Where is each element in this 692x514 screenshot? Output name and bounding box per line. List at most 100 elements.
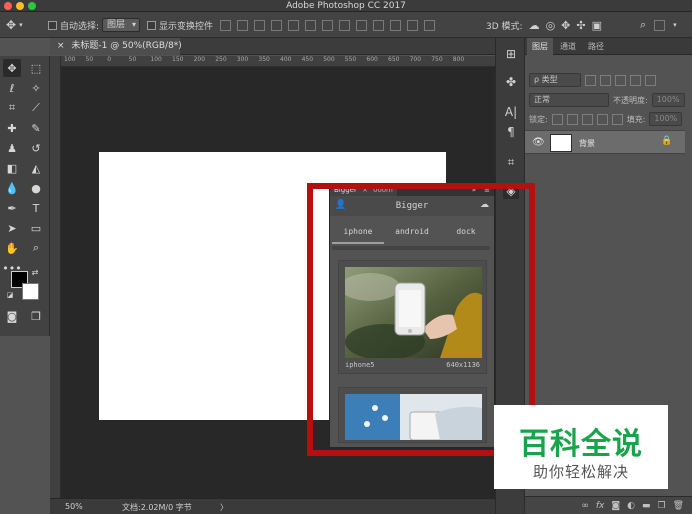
- align-hcenter-icon[interactable]: [288, 19, 299, 31]
- auto-align-icon[interactable]: [424, 19, 435, 31]
- marquee-tool-icon[interactable]: ⬚: [27, 59, 45, 77]
- tab-paths[interactable]: 路径: [583, 38, 609, 55]
- history-brush-tool-icon[interactable]: ↺: [27, 139, 45, 157]
- ruler-tick-label: 150: [172, 56, 184, 63]
- zoom-level[interactable]: 50%: [65, 502, 83, 511]
- tab-layers[interactable]: 图层: [527, 38, 553, 55]
- ruler-tick-label: 300: [236, 56, 249, 63]
- filter-pixel-icon[interactable]: [585, 74, 596, 86]
- distribute-top-icon[interactable]: [322, 19, 333, 31]
- healing-brush-tool-icon[interactable]: ✚: [3, 119, 21, 137]
- status-menu-arrow[interactable]: 〉: [220, 502, 228, 513]
- filter-smart-icon[interactable]: [645, 74, 656, 86]
- move-tool-preset[interactable]: ✥ ▾: [6, 17, 23, 33]
- layer-filter-dropdown[interactable]: ρ 类型: [529, 73, 581, 87]
- trash-icon[interactable]: 🗑: [673, 501, 684, 511]
- clone-stamp-tool-icon[interactable]: ♟: [3, 139, 21, 157]
- tab-channels[interactable]: 通道: [555, 38, 581, 55]
- history-panel-icon[interactable]: ⊞: [503, 46, 519, 62]
- mask-icon[interactable]: ◙: [611, 501, 620, 511]
- filter-adjustment-icon[interactable]: [600, 74, 611, 86]
- vertical-ruler: [50, 56, 61, 498]
- hand-tool-icon[interactable]: ✋: [3, 239, 21, 257]
- workspace-icon[interactable]: [654, 19, 666, 31]
- visibility-eye-icon[interactable]: 👁: [532, 137, 545, 148]
- distribute-hcenter-icon[interactable]: [390, 19, 401, 31]
- ruler-tick-label: 50: [85, 56, 94, 63]
- align-bottom-icon[interactable]: [254, 19, 265, 31]
- align-right-icon[interactable]: [305, 19, 316, 31]
- pen-tool-icon[interactable]: ✒: [3, 199, 21, 217]
- watermark-subtitle: 助你轻松解决: [532, 463, 629, 481]
- quick-mask-icon[interactable]: ◙: [3, 307, 21, 325]
- distribute-right-icon[interactable]: [407, 19, 418, 31]
- close-tab-icon[interactable]: ×: [57, 41, 65, 51]
- layer-row[interactable]: 👁 背景 🔒: [525, 130, 685, 154]
- lock-artboard-icon[interactable]: [596, 113, 608, 125]
- folder-icon[interactable]: ▬: [642, 501, 651, 511]
- paint-bucket-tool-icon[interactable]: ◭: [27, 159, 45, 177]
- blur-tool-icon[interactable]: 💧: [3, 179, 21, 197]
- roll-3d-icon[interactable]: ◎: [546, 19, 556, 32]
- magic-wand-tool-icon[interactable]: ✧: [27, 79, 45, 97]
- link-icon[interactable]: ∞: [581, 501, 589, 511]
- eyedropper-tool-icon[interactable]: ⟋: [27, 99, 45, 117]
- distribute-vcenter-icon[interactable]: [339, 19, 350, 31]
- type-tool-icon[interactable]: T: [27, 199, 45, 217]
- align-vcenter-icon[interactable]: [237, 19, 248, 31]
- chevron-down-icon[interactable]: ▾: [673, 21, 677, 29]
- show-transform-checkbox[interactable]: [147, 20, 156, 30]
- ruler-tick-label: 0: [107, 56, 112, 63]
- options-bar: ✥ ▾ 自动选择: 图层 显示变换控件 3D 模式: ☁ ◎ ✥ ✣ ▣ ⌕ ▾: [0, 12, 692, 38]
- fill-input[interactable]: 100%: [649, 112, 683, 126]
- align-top-icon[interactable]: [220, 19, 231, 31]
- path-selection-tool-icon[interactable]: ➤: [3, 219, 21, 237]
- layer-name[interactable]: 背景: [579, 138, 595, 149]
- distribute-bottom-icon[interactable]: [356, 19, 367, 31]
- ruler-tick-label: 550: [344, 56, 357, 63]
- lock-pixels-icon[interactable]: [551, 113, 563, 125]
- filter-shape-icon[interactable]: [630, 74, 641, 86]
- ruler-tick-label: 500: [323, 56, 335, 63]
- screen-mode-icon[interactable]: ❐: [27, 307, 45, 325]
- align-left-icon[interactable]: [271, 19, 282, 31]
- move-tool-icon[interactable]: ✥: [3, 59, 21, 77]
- lasso-tool-icon[interactable]: ℓ: [3, 79, 21, 97]
- document-tab[interactable]: × 未标题-1 @ 50%(RGB/8*): [50, 38, 182, 55]
- ruler-tick-label: 650: [388, 56, 400, 63]
- properties-panel-icon[interactable]: ✤: [503, 74, 519, 90]
- background-color-swatch[interactable]: [22, 283, 39, 300]
- drag-3d-icon[interactable]: ✥: [561, 19, 570, 32]
- filter-type-icon[interactable]: [615, 74, 626, 86]
- blend-mode-dropdown[interactable]: 正常: [529, 93, 609, 107]
- rotate-3d-icon[interactable]: ☁: [529, 19, 540, 32]
- slide-3d-icon[interactable]: ✣: [576, 19, 585, 32]
- distribute-left-icon[interactable]: [373, 19, 384, 31]
- scale-3d-icon[interactable]: ▣: [592, 19, 602, 32]
- paragraph-panel-icon[interactable]: ¶: [503, 124, 519, 140]
- layer-thumbnail: [550, 134, 572, 152]
- search-icon[interactable]: ⌕: [640, 18, 646, 32]
- lock-all-icon[interactable]: [611, 113, 623, 125]
- character-panel-icon[interactable]: A|: [503, 104, 519, 120]
- crop-panel-icon[interactable]: ⌗: [503, 154, 519, 170]
- swap-colors-icon[interactable]: ⇄: [29, 266, 41, 278]
- zoom-tool-icon[interactable]: ⌕: [27, 239, 45, 257]
- crop-tool-icon[interactable]: ⌗: [3, 99, 21, 117]
- fx-icon[interactable]: fx: [596, 501, 605, 511]
- default-colors-icon[interactable]: ◪: [5, 290, 15, 300]
- document-size: 文档:2.02M/0 字节: [122, 503, 192, 512]
- auto-select-dropdown[interactable]: 图层: [102, 18, 141, 32]
- lock-paint-icon[interactable]: [566, 113, 578, 125]
- eraser-tool-icon[interactable]: ◧: [3, 159, 21, 177]
- ruler-tick-label: 200: [193, 56, 206, 63]
- brush-tool-icon[interactable]: ✎: [27, 119, 45, 137]
- lock-position-icon[interactable]: [581, 113, 593, 125]
- rectangle-tool-icon[interactable]: ▭: [27, 219, 45, 237]
- ruler-tick-label: 400: [280, 56, 292, 63]
- new-layer-icon[interactable]: ❐: [657, 501, 665, 511]
- auto-select-checkbox[interactable]: [48, 20, 57, 30]
- adjustment-icon[interactable]: ◐: [627, 501, 635, 511]
- dodge-tool-icon[interactable]: ●: [27, 179, 45, 197]
- opacity-input[interactable]: 100%: [651, 93, 685, 107]
